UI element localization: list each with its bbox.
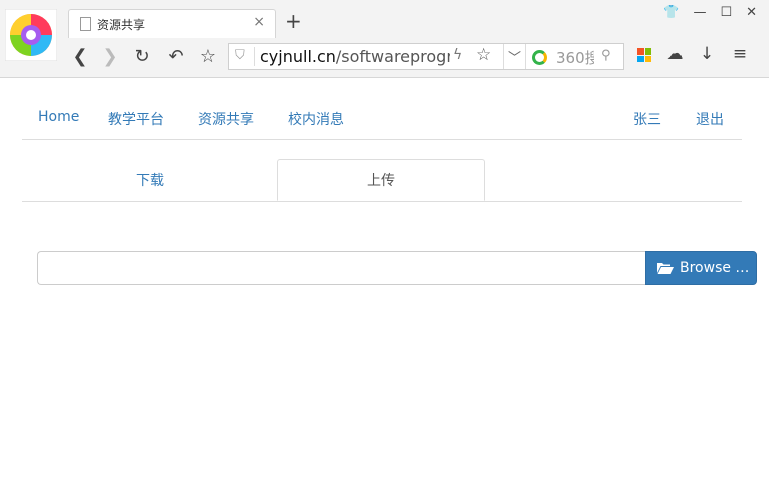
divider bbox=[525, 44, 526, 69]
minimize-button[interactable]: — bbox=[693, 5, 706, 20]
tab-title: 资源共享 bbox=[97, 18, 146, 32]
nav-teaching-platform[interactable]: 教学平台 bbox=[108, 109, 164, 129]
tab-upload[interactable]: 上传 bbox=[277, 159, 485, 201]
shield-icon: ⛉ bbox=[235, 48, 245, 63]
address-bar[interactable]: ⛉ cyjnull.cn/softwareprogram ϟ ☆ ﹀ 360搜 … bbox=[228, 43, 624, 70]
maximize-button[interactable]: ☐ bbox=[720, 5, 732, 20]
undo-icon[interactable]: ↶ bbox=[164, 44, 188, 68]
browse-label: Browse … bbox=[680, 260, 750, 276]
apps-icon[interactable] bbox=[637, 48, 651, 62]
url-domain: cyjnull.cn bbox=[260, 47, 336, 66]
divider bbox=[503, 44, 504, 69]
forward-icon[interactable]: ❯ bbox=[98, 44, 122, 68]
new-tab-button[interactable]: + bbox=[285, 9, 302, 33]
menu-icon[interactable]: ≡ bbox=[729, 44, 751, 64]
url-text[interactable]: cyjnull.cn/softwareprogram bbox=[260, 47, 450, 66]
search-engine-icon[interactable] bbox=[532, 50, 547, 65]
close-window-button[interactable]: ✕ bbox=[746, 5, 757, 20]
page-icon bbox=[80, 17, 91, 31]
back-icon[interactable]: ❮ bbox=[68, 44, 92, 68]
tab-download[interactable]: 下载 bbox=[22, 159, 278, 200]
cloud-icon[interactable]: ☁ bbox=[664, 44, 686, 64]
bookmark-star-icon[interactable]: ☆ bbox=[196, 44, 220, 68]
chevron-down-icon[interactable]: ﹀ bbox=[508, 47, 521, 66]
nav-resource-sharing[interactable]: 资源共享 bbox=[198, 109, 254, 129]
nav-home[interactable]: Home bbox=[38, 109, 79, 125]
tab-bar: 下载 上传 bbox=[22, 159, 742, 202]
browser-tab[interactable]: 资源共享 × bbox=[68, 9, 276, 38]
download-icon[interactable]: ↓ bbox=[696, 44, 718, 64]
close-tab-icon[interactable]: × bbox=[253, 14, 265, 30]
file-caption-input[interactable] bbox=[37, 251, 646, 285]
search-input[interactable]: 360搜 bbox=[556, 47, 594, 68]
url-path: /softwareprogram bbox=[335, 47, 450, 66]
window-controls: 👕 — ☐ ✕ bbox=[663, 5, 757, 20]
nav-logout[interactable]: 退出 bbox=[696, 109, 724, 129]
reload-icon[interactable]: ↻ bbox=[130, 44, 154, 68]
nav-campus-news[interactable]: 校内消息 bbox=[288, 109, 344, 129]
browse-button[interactable]: Browse … bbox=[645, 251, 757, 285]
lightning-icon[interactable]: ϟ bbox=[453, 47, 462, 63]
top-navbar: Home 教学平台 资源共享 校内消息 张三 退出 bbox=[22, 105, 742, 140]
skin-icon[interactable]: 👕 bbox=[663, 5, 679, 20]
search-icon[interactable]: ⚲ bbox=[601, 48, 611, 63]
folder-open-icon bbox=[657, 263, 674, 274]
browser-logo-icon[interactable] bbox=[5, 9, 57, 61]
browser-chrome: 资源共享 × + 👕 — ☐ ✕ ❮ ❯ ↻ ↶ ☆ ⛉ cyjnull.cn/… bbox=[0, 0, 769, 78]
favorite-star-icon[interactable]: ☆ bbox=[476, 45, 491, 65]
nav-user[interactable]: 张三 bbox=[633, 109, 661, 129]
divider bbox=[254, 47, 255, 66]
